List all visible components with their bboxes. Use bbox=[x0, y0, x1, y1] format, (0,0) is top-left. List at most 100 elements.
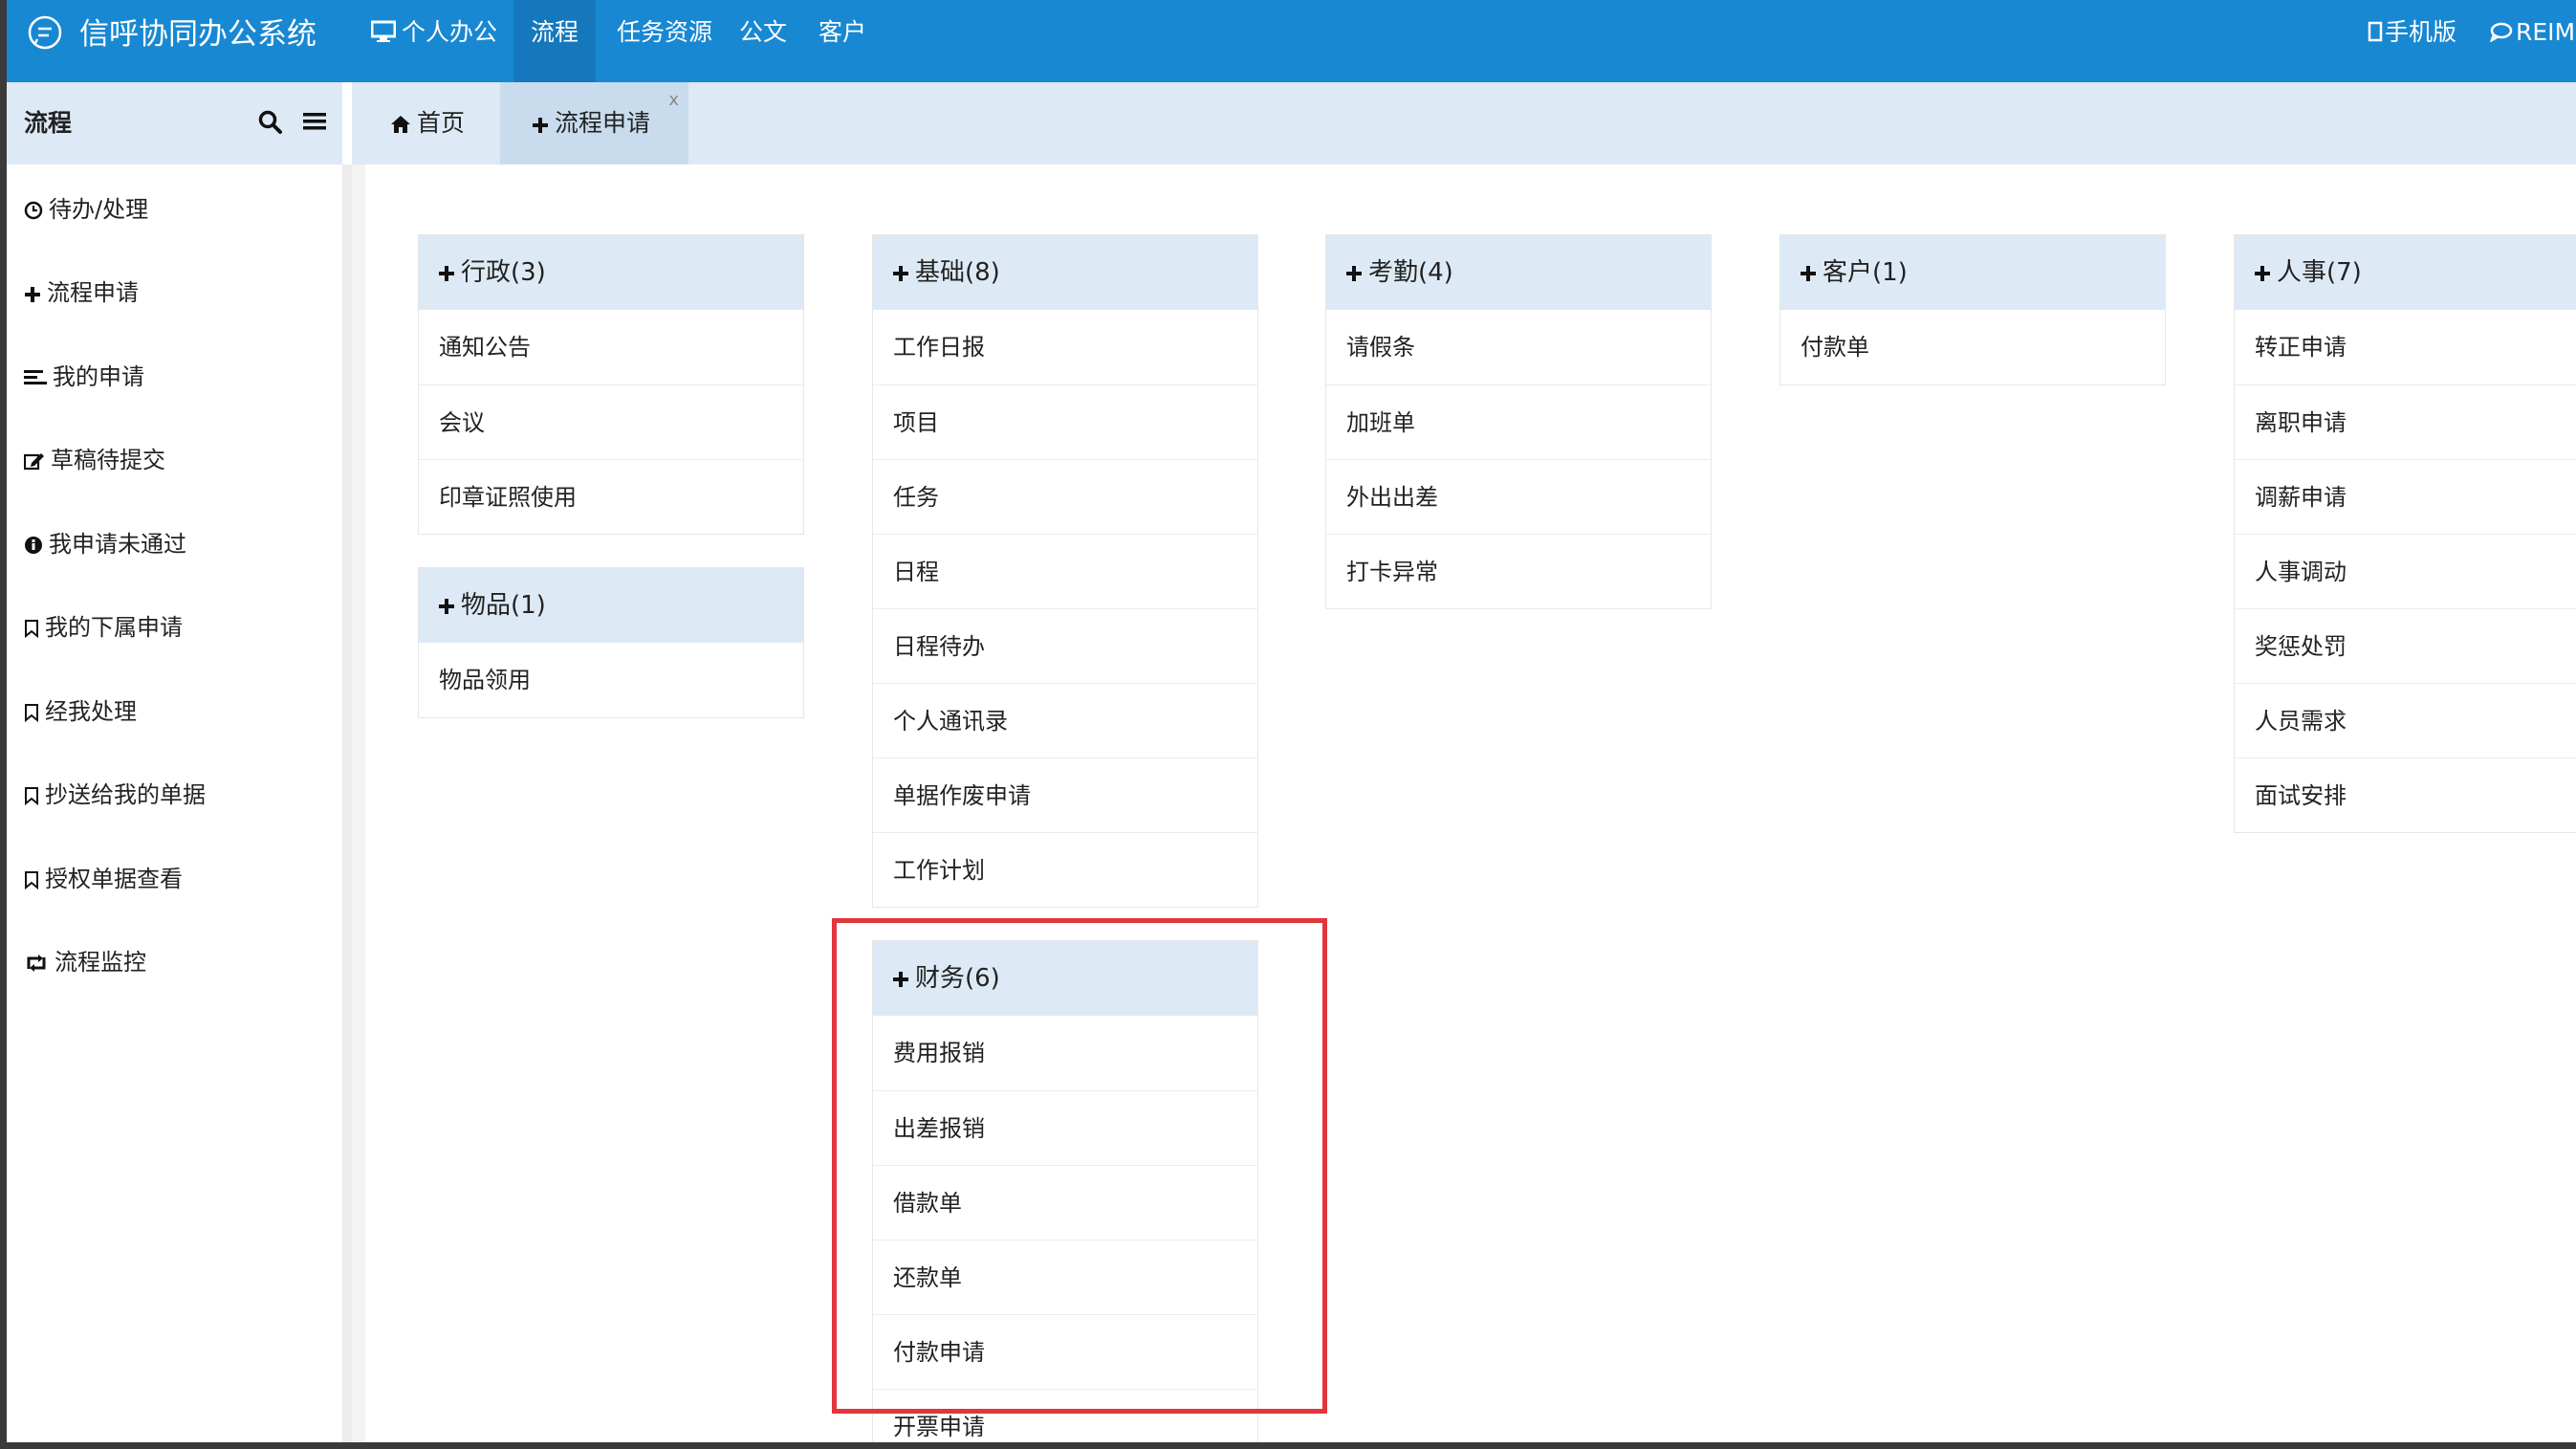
workflow-item[interactable]: 加班单 bbox=[1326, 384, 1711, 459]
sidebar-item-apply[interactable]: 流程申请 bbox=[24, 274, 139, 312]
nav-customers[interactable]: 客户 bbox=[805, 0, 880, 82]
category-header[interactable]: 财务(6) bbox=[873, 941, 1257, 1016]
workflow-item[interactable]: 物品领用 bbox=[419, 643, 803, 717]
plus-icon bbox=[533, 118, 548, 133]
plus-icon bbox=[1346, 266, 1362, 281]
plus-icon bbox=[439, 266, 454, 281]
sidebar-item-subordinate-applications[interactable]: 我的下属申请 bbox=[24, 608, 183, 647]
plus-icon bbox=[893, 972, 908, 987]
retweet-icon bbox=[27, 955, 46, 972]
workflow-item[interactable]: 通知公告 bbox=[419, 310, 803, 384]
category-title: 人事(7) bbox=[2277, 258, 2362, 287]
workflow-item[interactable]: 任务 bbox=[873, 459, 1257, 534]
plus-icon bbox=[893, 266, 908, 281]
workflow-item[interactable]: 奖惩处罚 bbox=[2235, 608, 2576, 683]
category-header[interactable]: 人事(7) bbox=[2235, 235, 2576, 310]
nav-documents[interactable]: 公文 bbox=[726, 0, 800, 82]
top-navbar: 信呼协同办公系统 个人办公 流程 任务资源 公文 客户 手机版 REIM bbox=[7, 0, 2576, 82]
nav-tasks-resources[interactable]: 任务资源 bbox=[603, 0, 726, 82]
menu-icon[interactable] bbox=[303, 111, 326, 132]
nav-label: 流程 bbox=[531, 18, 579, 46]
workflow-item[interactable]: 请假条 bbox=[1326, 310, 1711, 384]
mobile-icon bbox=[2368, 21, 2383, 42]
category-goods-card: 物品(1) 物品领用 bbox=[418, 567, 804, 718]
workflow-item[interactable]: 印章证照使用 bbox=[419, 459, 803, 534]
search-icon[interactable] bbox=[258, 110, 283, 135]
workflow-item[interactable]: 调薪申请 bbox=[2235, 459, 2576, 534]
mobile-version-link[interactable]: 手机版 bbox=[2368, 0, 2456, 65]
tab-label: 流程申请 bbox=[555, 109, 651, 137]
tab-close-button[interactable]: x bbox=[668, 59, 679, 142]
sidebar-item-label: 草稿待提交 bbox=[51, 447, 165, 473]
sidebar-item-my-applications[interactable]: 我的申请 bbox=[24, 358, 144, 396]
plus-icon bbox=[25, 287, 40, 302]
category-basic-card: 基础(8) 工作日报 项目 任务 日程 日程待办 个人通讯录 单据作废申请 工作… bbox=[872, 234, 1258, 908]
workflow-item[interactable]: 面试安排 bbox=[2235, 757, 2576, 832]
workflow-item[interactable]: 借款单 bbox=[873, 1165, 1257, 1240]
sidebar-item-rejected[interactable]: 我申请未通过 bbox=[24, 525, 186, 563]
category-header[interactable]: 客户(1) bbox=[1780, 235, 2165, 310]
sidebar-item-handled-by-me[interactable]: 经我处理 bbox=[24, 692, 137, 731]
sidebar-item-label: 我的申请 bbox=[53, 363, 144, 390]
sidebar-item-label: 我申请未通过 bbox=[49, 531, 186, 558]
workflow-item[interactable]: 个人通讯录 bbox=[873, 683, 1257, 757]
workflow-item[interactable]: 打卡异常 bbox=[1326, 534, 1711, 608]
workflow-item[interactable]: 工作计划 bbox=[873, 832, 1257, 907]
nav-label: 个人办公 bbox=[402, 18, 498, 46]
workflow-item[interactable]: 费用报销 bbox=[873, 1016, 1257, 1090]
desktop-icon bbox=[370, 20, 397, 42]
home-icon bbox=[391, 116, 410, 133]
clock-icon bbox=[24, 201, 43, 220]
sidebar-divider bbox=[342, 165, 352, 1442]
reim-link[interactable]: REIM bbox=[2489, 0, 2575, 65]
workflow-item[interactable]: 转正申请 bbox=[2235, 310, 2576, 384]
category-header[interactable]: 基础(8) bbox=[873, 235, 1257, 310]
category-header[interactable]: 行政(3) bbox=[419, 235, 803, 310]
workflow-item[interactable]: 会议 bbox=[419, 384, 803, 459]
tab-home[interactable]: 首页 bbox=[352, 82, 500, 165]
sidebar-item-authorized-view[interactable]: 授权单据查看 bbox=[24, 860, 183, 898]
workflow-item[interactable]: 付款单 bbox=[1780, 310, 2165, 384]
workflow-item[interactable]: 人员需求 bbox=[2235, 683, 2576, 757]
tab-workflow-apply[interactable]: 流程申请 x bbox=[500, 82, 688, 165]
sidebar-item-label: 流程申请 bbox=[47, 279, 139, 306]
workflow-item[interactable]: 工作日报 bbox=[873, 310, 1257, 384]
app-title: 信呼协同办公系统 bbox=[79, 17, 317, 52]
workflow-item[interactable]: 日程 bbox=[873, 534, 1257, 608]
sidebar-item-drafts[interactable]: 草稿待提交 bbox=[23, 441, 165, 479]
sidebar-item-monitor[interactable]: 流程监控 bbox=[24, 943, 146, 981]
workflow-item[interactable]: 人事调动 bbox=[2235, 534, 2576, 608]
reim-label: REIM bbox=[2516, 18, 2576, 46]
category-title: 基础(8) bbox=[915, 258, 1000, 287]
sidebar-item-label: 授权单据查看 bbox=[45, 866, 183, 892]
workflow-item[interactable]: 外出出差 bbox=[1326, 459, 1711, 534]
workflow-item[interactable]: 单据作废申请 bbox=[873, 757, 1257, 832]
category-title: 客户(1) bbox=[1823, 258, 1908, 287]
workflow-item[interactable]: 开票申请 bbox=[873, 1389, 1257, 1442]
sidebar-item-cc-to-me[interactable]: 抄送给我的单据 bbox=[24, 776, 206, 814]
workflow-item[interactable]: 离职申请 bbox=[2235, 384, 2576, 459]
workflow-item[interactable]: 日程待办 bbox=[873, 608, 1257, 683]
sidebar-item-todo[interactable]: 待办/处理 bbox=[24, 190, 148, 229]
bookmark-icon bbox=[25, 620, 38, 639]
sidebar-item-label: 我的下属申请 bbox=[45, 614, 183, 641]
tab-bar: 首页 流程申请 x bbox=[352, 82, 2576, 165]
nav-workflow[interactable]: 流程 bbox=[513, 0, 597, 82]
content-divider bbox=[352, 165, 365, 1442]
category-header[interactable]: 考勤(4) bbox=[1326, 235, 1711, 310]
workflow-item[interactable]: 还款单 bbox=[873, 1240, 1257, 1314]
sidebar-item-label: 待办/处理 bbox=[49, 196, 149, 223]
workflow-item[interactable]: 项目 bbox=[873, 384, 1257, 459]
plus-icon bbox=[1801, 266, 1816, 281]
nav-personal-office[interactable]: 个人办公 bbox=[360, 0, 511, 82]
workflow-item[interactable]: 付款申请 bbox=[873, 1314, 1257, 1389]
workflow-item[interactable]: 出差报销 bbox=[873, 1090, 1257, 1165]
sidebar-header: 流程 bbox=[7, 82, 342, 165]
align-left-icon bbox=[24, 370, 47, 384]
category-title: 考勤(4) bbox=[1368, 258, 1453, 287]
category-header[interactable]: 物品(1) bbox=[419, 568, 803, 643]
category-title: 物品(1) bbox=[461, 591, 546, 620]
tab-label: 首页 bbox=[417, 109, 466, 137]
category-hr-card: 人事(7) 转正申请 离职申请 调薪申请 人事调动 奖惩处罚 人员需求 面试安排 bbox=[2234, 234, 2576, 833]
bookmark-icon bbox=[25, 787, 38, 806]
